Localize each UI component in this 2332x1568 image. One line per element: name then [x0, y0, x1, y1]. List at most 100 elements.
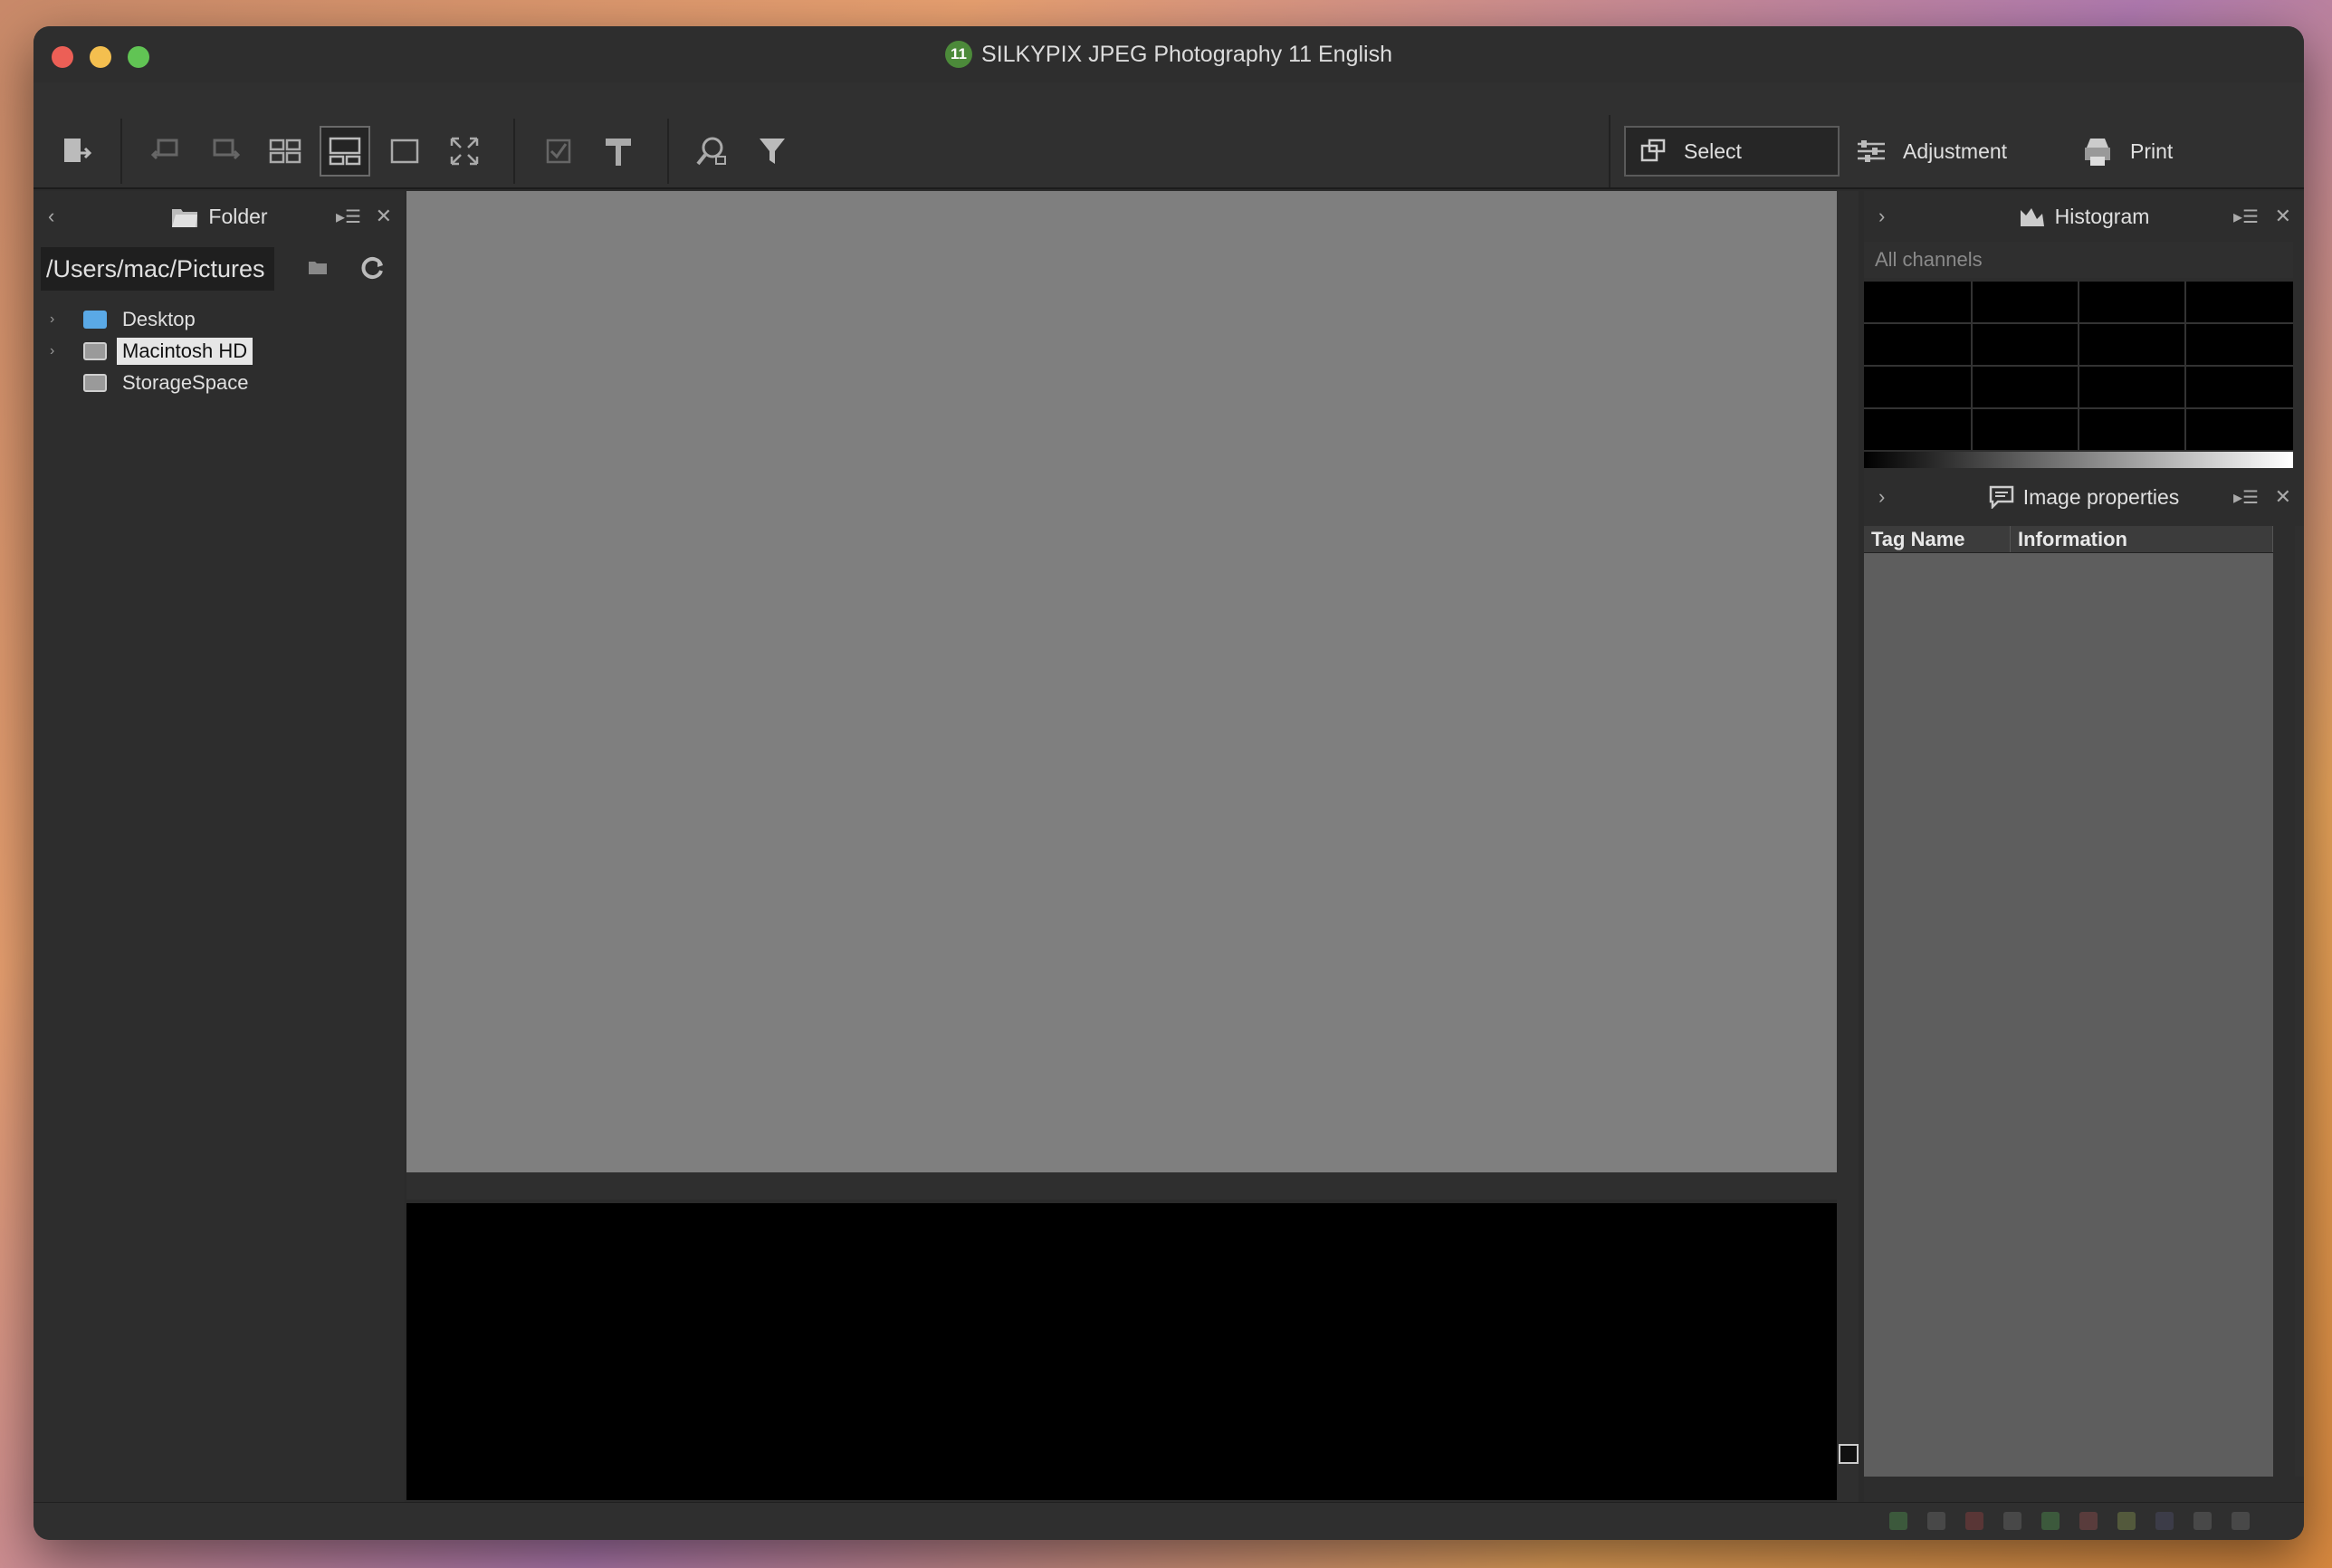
expand-arrow-icon[interactable]: ›: [1878, 205, 1885, 228]
image-preview[interactable]: [406, 191, 1837, 1172]
close-icon[interactable]: ✕: [376, 205, 392, 228]
select-mode-icon: [1640, 139, 1666, 162]
filter-button[interactable]: [747, 126, 798, 177]
histogram-icon: [2020, 208, 2044, 226]
filmstrip-corner-icon[interactable]: [1839, 1444, 1859, 1464]
preview-horizontal-scrollbar[interactable]: [406, 1172, 1837, 1200]
properties-panel-header: › Image properties ▸☰ ✕: [1864, 472, 2304, 522]
check-button[interactable]: [533, 126, 584, 177]
fullscreen-icon: [450, 137, 479, 166]
close-icon[interactable]: ✕: [2275, 485, 2291, 509]
folder-icon: [172, 209, 198, 227]
single-view-icon: [390, 139, 419, 164]
tag-red-icon[interactable]: [2079, 1512, 2098, 1530]
window-controls: [52, 46, 149, 68]
properties-table-header: Tag Name Information: [1864, 526, 2273, 553]
collapse-left-icon[interactable]: ‹: [48, 205, 54, 228]
filmstrip-view-button[interactable]: [320, 126, 370, 177]
expand-arrow-icon[interactable]: ›: [1878, 485, 1885, 509]
properties-panel-title: Image properties: [2022, 484, 2180, 509]
path-dropdown[interactable]: /Users/mac/Pictures: [41, 247, 274, 291]
check-icon[interactable]: [1889, 1512, 1907, 1530]
histogram-graph: [1864, 282, 2293, 450]
hammer-icon: [606, 139, 631, 166]
file-icon[interactable]: [2003, 1512, 2021, 1530]
properties-vertical-scrollbar[interactable]: [2295, 526, 2304, 1477]
speech-bubble-icon: [1989, 485, 2013, 509]
disk-icon: [83, 341, 107, 360]
app-badge-icon: 11: [945, 41, 973, 68]
undo-button[interactable]: [140, 126, 191, 177]
export-icon: [64, 139, 92, 162]
main-view: [406, 191, 1837, 1502]
folder-open-icon[interactable]: [2232, 1512, 2250, 1530]
new-folder-icon[interactable]: [307, 258, 329, 276]
single-view-button[interactable]: [379, 126, 430, 177]
print-mode-button[interactable]: Print: [2081, 126, 2173, 177]
preview-vertical-scrollbar[interactable]: [1837, 191, 1859, 1502]
column-header-information[interactable]: Information: [2011, 526, 2273, 552]
expand-arrow-icon[interactable]: ›: [50, 343, 54, 359]
filter-icon: [760, 139, 785, 164]
tree-item-macintosh-hd[interactable]: › Macintosh HD: [33, 335, 405, 367]
folder-tree: › Desktop › Macintosh HD StorageSpace: [33, 303, 405, 398]
printer-icon: [2085, 139, 2110, 166]
folder-panel-title: Folder: [208, 204, 268, 228]
path-row: /Users/mac/Pictures: [33, 242, 405, 296]
panel-menu-icon[interactable]: ▸☰: [336, 206, 361, 228]
app-window: 11 SILKYPIX JPEG Photography 11 English: [33, 26, 2304, 1540]
filmstrip[interactable]: [406, 1203, 1837, 1500]
folder-icon[interactable]: [1927, 1512, 1945, 1530]
status-bar: [33, 1502, 2304, 1540]
export-button[interactable]: [52, 126, 102, 177]
title-bar: 11 SILKYPIX JPEG Photography 11 English: [33, 26, 2304, 82]
tree-item-label: Desktop: [122, 307, 196, 330]
tag-yellow-icon[interactable]: [2117, 1512, 2136, 1530]
sliders-icon: [1858, 140, 1885, 162]
close-icon[interactable]: ✕: [2275, 205, 2291, 228]
select-mode-label: Select: [1684, 139, 1742, 163]
select-mode-button[interactable]: Select: [1624, 126, 1840, 177]
tree-item-storagespace[interactable]: StorageSpace: [33, 367, 405, 398]
minimize-window-button[interactable]: [90, 46, 111, 68]
histogram-panel-title: Histogram: [2054, 204, 2150, 228]
delete-icon[interactable]: [1965, 1512, 1983, 1530]
refresh-icon[interactable]: [359, 254, 387, 282]
window-title: 11 SILKYPIX JPEG Photography 11 English: [945, 41, 1392, 68]
tree-item-desktop[interactable]: › Desktop: [33, 303, 405, 335]
disk-icon: [83, 373, 107, 392]
folder-panel: ‹ Folder ▸☰ ✕ /Users/mac/Pictures › Desk…: [33, 191, 405, 1502]
undo-icon[interactable]: [2193, 1512, 2212, 1530]
adjustment-mode-label: Adjustment: [1903, 139, 2008, 163]
undo-icon: [150, 139, 178, 160]
right-panel: › Histogram ▸☰ ✕ All channels › Image pr…: [1864, 191, 2304, 1502]
tag-blue-icon[interactable]: [2155, 1512, 2174, 1530]
histogram-panel-header: › Histogram ▸☰ ✕: [1864, 191, 2304, 242]
expand-arrow-icon[interactable]: ›: [50, 311, 54, 328]
zoom-window-button[interactable]: [128, 46, 149, 68]
properties-table: Tag Name Information: [1864, 526, 2273, 1477]
tree-item-label: Macintosh HD: [117, 337, 253, 365]
redo-button[interactable]: [200, 126, 251, 177]
fullscreen-button[interactable]: [439, 126, 490, 177]
grid-view-button[interactable]: [260, 126, 311, 177]
status-icons: [1889, 1512, 2250, 1530]
channel-select-value: All channels: [1875, 248, 1983, 271]
tag-green-icon[interactable]: [2041, 1512, 2060, 1530]
close-window-button[interactable]: [52, 46, 73, 68]
window-title-text: SILKYPIX JPEG Photography 11 English: [981, 41, 1392, 67]
column-header-tag-name[interactable]: Tag Name: [1864, 526, 2011, 552]
histogram-tone-gradient: [1864, 452, 2293, 468]
checkbox-icon: [546, 139, 571, 164]
search-button[interactable]: [687, 126, 738, 177]
channel-select[interactable]: All channels: [1864, 242, 2293, 278]
panel-menu-icon[interactable]: ▸☰: [2233, 206, 2259, 228]
adjustment-mode-button[interactable]: Adjustment: [1856, 126, 2007, 177]
print-mode-label: Print: [2130, 139, 2174, 163]
toolbar: Select Adjustment Print: [33, 82, 2304, 189]
folder-panel-header: ‹ Folder ▸☰ ✕: [33, 191, 405, 242]
redo-icon: [213, 139, 241, 160]
panel-menu-icon[interactable]: ▸☰: [2233, 486, 2259, 509]
tree-item-label: StorageSpace: [122, 370, 249, 394]
tool-button[interactable]: [593, 126, 644, 177]
